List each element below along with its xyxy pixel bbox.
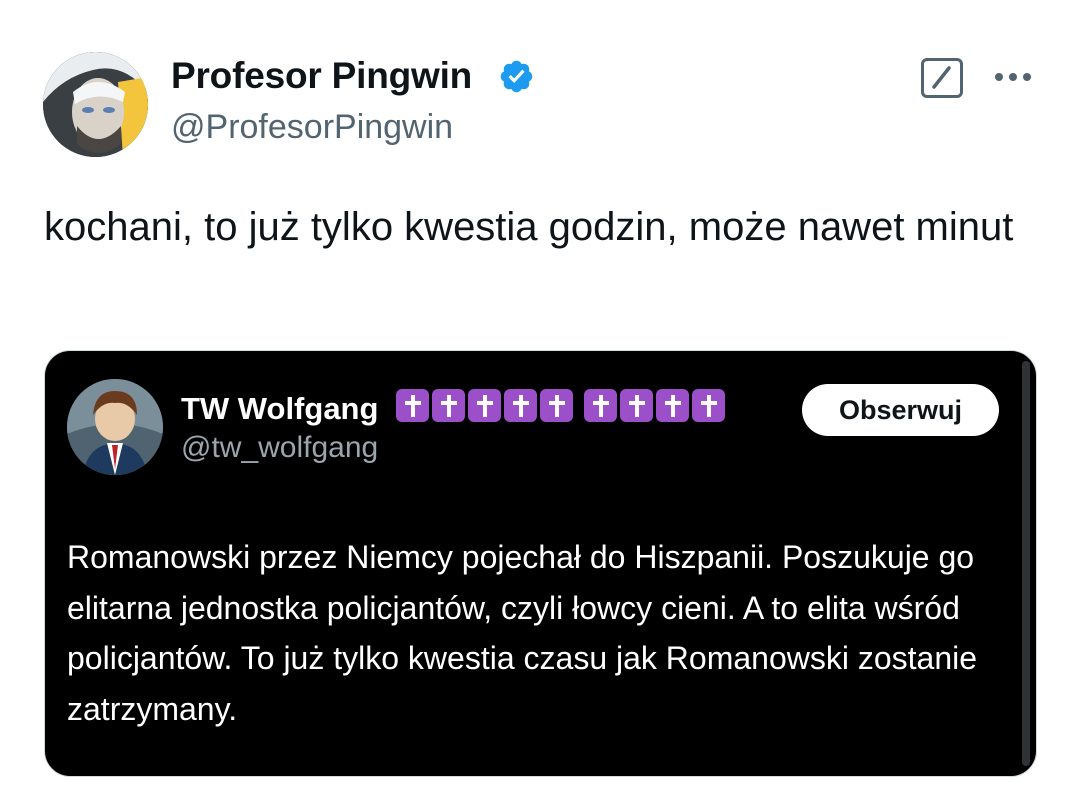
cross-icon	[468, 389, 501, 422]
embedded-tweet-image[interactable]: TW Wolfgang @tw_wolfgang Obserwuj Romano…	[44, 350, 1037, 777]
cross-icon	[432, 389, 465, 422]
follow-button: Obserwuj	[802, 384, 999, 436]
cross-icon	[540, 389, 573, 422]
cross-icon	[504, 389, 537, 422]
cross-icon	[656, 389, 689, 422]
embedded-handle: @tw_wolfgang	[181, 431, 379, 464]
embedded-scrollbar	[1022, 361, 1030, 766]
avatar[interactable]	[43, 52, 148, 157]
cross-icon	[396, 389, 429, 422]
embedded-avatar	[67, 379, 163, 475]
display-name[interactable]: Profesor Pingwin	[171, 55, 472, 97]
embedded-tweet-text: Romanowski przez Niemcy pojechał do Hisz…	[67, 539, 978, 727]
handle[interactable]: @ProfesorPingwin	[171, 108, 453, 147]
cross-emoji-row	[396, 389, 728, 425]
more-options-icon[interactable]	[991, 62, 1035, 92]
cross-icon	[584, 389, 617, 422]
tweet: Profesor Pingwin @ProfesorPingwin kochan…	[0, 0, 1080, 799]
cross-icon	[620, 389, 653, 422]
embedded-display-name: TW Wolfgang	[181, 391, 379, 426]
tweet-text: kochani, to już tylko kwestia godzin, mo…	[44, 205, 1014, 249]
cross-icon	[692, 389, 725, 422]
grok-icon[interactable]	[921, 58, 963, 98]
verified-badge-icon	[500, 60, 533, 93]
